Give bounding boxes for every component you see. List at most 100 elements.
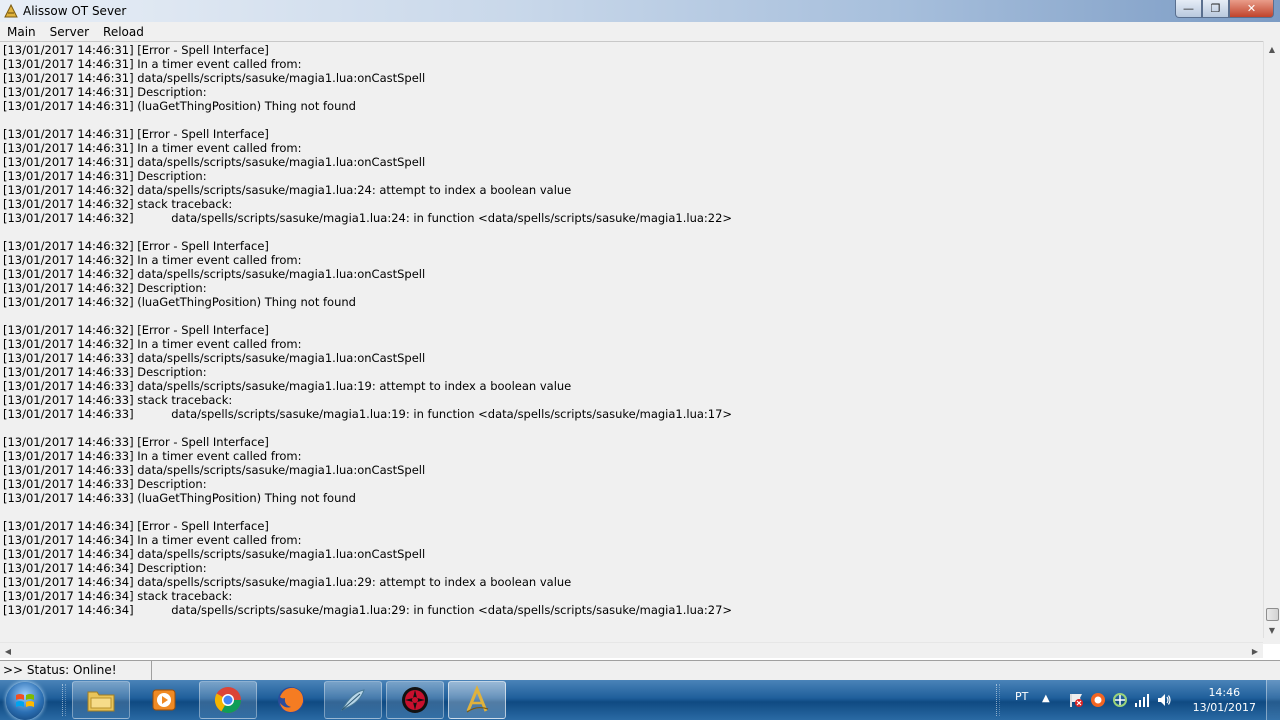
log-message: In a timer event called from: xyxy=(137,253,302,267)
log-timestamp: [13/01/2017 14:46:31] xyxy=(3,141,134,155)
log-line: [13/01/2017 14:46:34] [Error - Spell Int… xyxy=(3,519,1261,533)
horizontal-scrollbar[interactable]: ◀ ▶ xyxy=(0,642,1263,658)
language-indicator[interactable]: PT xyxy=(1015,690,1028,703)
scroll-right-arrow-icon[interactable]: ▶ xyxy=(1247,643,1263,659)
log-line: [13/01/2017 14:46:32] data/spells/script… xyxy=(3,267,1261,281)
action-center-flag-icon[interactable] xyxy=(1068,692,1084,708)
log-line: [13/01/2017 14:46:34] data/spells/script… xyxy=(3,575,1261,589)
log-timestamp: [13/01/2017 14:46:33] xyxy=(3,393,134,407)
volume-speaker-icon[interactable] xyxy=(1156,692,1172,708)
log-timestamp: [13/01/2017 14:46:34] xyxy=(3,519,134,533)
log-line: [13/01/2017 14:46:32] data/spells/script… xyxy=(3,211,1261,225)
log-timestamp: [13/01/2017 14:46:33] xyxy=(3,379,134,393)
scroll-down-arrow-icon[interactable]: ▼ xyxy=(1264,622,1280,638)
log-message: In a timer event called from: xyxy=(137,337,302,351)
taskbar-file-explorer[interactable] xyxy=(72,681,130,719)
log-message: In a timer event called from: xyxy=(137,533,302,547)
log-line: [13/01/2017 14:46:32] stack traceback: xyxy=(3,197,1261,211)
log-line: [13/01/2017 14:46:31] Description: xyxy=(3,85,1261,99)
log-area[interactable]: [13/01/2017 14:46:31] [Error - Spell Int… xyxy=(0,41,1280,644)
taskbar-media-player[interactable] xyxy=(135,681,193,719)
log-line: [13/01/2017 14:46:32] In a timer event c… xyxy=(3,337,1261,351)
log-message: Description: xyxy=(137,477,207,491)
log-line: [13/01/2017 14:46:33] stack traceback: xyxy=(3,393,1261,407)
log-line: [13/01/2017 14:46:33] data/spells/script… xyxy=(3,407,1261,421)
log-timestamp: [13/01/2017 14:46:33] xyxy=(3,463,134,477)
taskbar-feather-app[interactable] xyxy=(324,681,382,719)
vertical-scrollbar[interactable]: ▲ ▼ xyxy=(1263,41,1280,638)
show-hidden-icons-icon[interactable]: ▲ xyxy=(1042,693,1050,704)
minimize-button[interactable]: — xyxy=(1175,0,1202,18)
scroll-up-arrow-icon[interactable]: ▲ xyxy=(1264,41,1280,57)
log-line: [13/01/2017 14:46:33] data/spells/script… xyxy=(3,379,1261,393)
menu-item-server[interactable]: Server xyxy=(43,25,96,39)
log-timestamp: [13/01/2017 14:46:34] xyxy=(3,547,134,561)
log-message: data/spells/scripts/sasuke/magia1.lua:29… xyxy=(171,603,733,617)
app-icon xyxy=(4,3,18,18)
log-timestamp: [13/01/2017 14:46:34] xyxy=(3,561,134,575)
taskbar-alissow-ot[interactable] xyxy=(448,681,506,719)
menu-item-reload[interactable]: Reload xyxy=(96,25,151,39)
folder-icon xyxy=(87,691,115,712)
start-button[interactable] xyxy=(6,682,44,720)
close-button[interactable]: ✕ xyxy=(1229,0,1274,18)
log-timestamp: [13/01/2017 14:46:32] xyxy=(3,197,134,211)
taskbar-grip xyxy=(62,684,66,716)
log-timestamp: [13/01/2017 14:46:32] xyxy=(3,323,134,337)
log-line: [13/01/2017 14:46:32] [Error - Spell Int… xyxy=(3,323,1261,337)
log-line: [13/01/2017 14:46:34] In a timer event c… xyxy=(3,533,1261,547)
log-timestamp: [13/01/2017 14:46:32] xyxy=(3,211,134,225)
vertical-scroll-thumb[interactable] xyxy=(1266,608,1279,621)
log-message: data/spells/scripts/sasuke/magia1.lua:on… xyxy=(137,547,426,561)
taskbar-sharingan-app[interactable] xyxy=(386,681,444,719)
signal-strength-icon[interactable] xyxy=(1134,692,1150,708)
taskbar-chrome[interactable] xyxy=(199,681,257,719)
status-bar: >> Status: Online! xyxy=(0,660,1280,681)
log-line: [13/01/2017 14:46:33] [Error - Spell Int… xyxy=(3,435,1261,449)
log-timestamp: [13/01/2017 14:46:34] xyxy=(3,533,134,547)
log-timestamp: [13/01/2017 14:46:31] xyxy=(3,155,134,169)
log-message: data/spells/scripts/sasuke/magia1.lua:19… xyxy=(171,407,733,421)
log-timestamp: [13/01/2017 14:46:32] xyxy=(3,281,134,295)
maximize-button[interactable]: ❐ xyxy=(1202,0,1229,18)
log-message: Description: xyxy=(137,365,207,379)
log-message: [Error - Spell Interface] xyxy=(137,323,269,337)
status-divider xyxy=(151,661,152,681)
log-message: stack traceback: xyxy=(137,393,233,407)
log-timestamp: [13/01/2017 14:46:32] xyxy=(3,239,134,253)
system-clock[interactable]: 14:46 13/01/2017 xyxy=(1193,685,1256,715)
log-text[interactable]: [13/01/2017 14:46:31] [Error - Spell Int… xyxy=(3,43,1261,641)
log-timestamp: [13/01/2017 14:46:32] xyxy=(3,337,134,351)
show-desktop-button[interactable] xyxy=(1266,680,1280,720)
log-message: (luaGetThingPosition) Thing not found xyxy=(137,295,356,309)
scroll-left-arrow-icon[interactable]: ◀ xyxy=(0,643,16,659)
log-line: [13/01/2017 14:46:32] [Error - Spell Int… xyxy=(3,239,1261,253)
log-line: [13/01/2017 14:46:33] data/spells/script… xyxy=(3,463,1261,477)
log-message: data/spells/scripts/sasuke/magia1.lua:24… xyxy=(137,183,572,197)
windows-logo-icon xyxy=(16,694,34,707)
alissow-icon xyxy=(466,685,489,713)
taskbar: PT ▲ 14:46 13/01/2017 xyxy=(0,680,1280,720)
log-message: [Error - Spell Interface] xyxy=(137,239,269,253)
log-message: stack traceback: xyxy=(137,197,233,211)
taskbar-firefox[interactable] xyxy=(262,681,320,719)
log-message: Description: xyxy=(137,561,207,575)
log-timestamp: [13/01/2017 14:46:32] xyxy=(3,267,134,281)
log-message: [Error - Spell Interface] xyxy=(137,435,269,449)
menu-item-main[interactable]: Main xyxy=(0,25,43,39)
log-timestamp: [13/01/2017 14:46:33] xyxy=(3,449,134,463)
log-line: [13/01/2017 14:46:31] data/spells/script… xyxy=(3,155,1261,169)
avast-antivirus-icon[interactable] xyxy=(1090,692,1106,708)
log-timestamp: [13/01/2017 14:46:32] xyxy=(3,253,134,267)
log-message: In a timer event called from: xyxy=(137,449,302,463)
log-timestamp: [13/01/2017 14:46:31] xyxy=(3,127,134,141)
network-sharing-icon[interactable] xyxy=(1112,692,1128,708)
log-timestamp: [13/01/2017 14:46:31] xyxy=(3,57,134,71)
log-message: data/spells/scripts/sasuke/magia1.lua:19… xyxy=(137,379,572,393)
log-message: Description: xyxy=(137,281,207,295)
tray-grip xyxy=(996,684,1000,716)
log-line: [13/01/2017 14:46:34] Description: xyxy=(3,561,1261,575)
log-line: [13/01/2017 14:46:34] data/spells/script… xyxy=(3,547,1261,561)
